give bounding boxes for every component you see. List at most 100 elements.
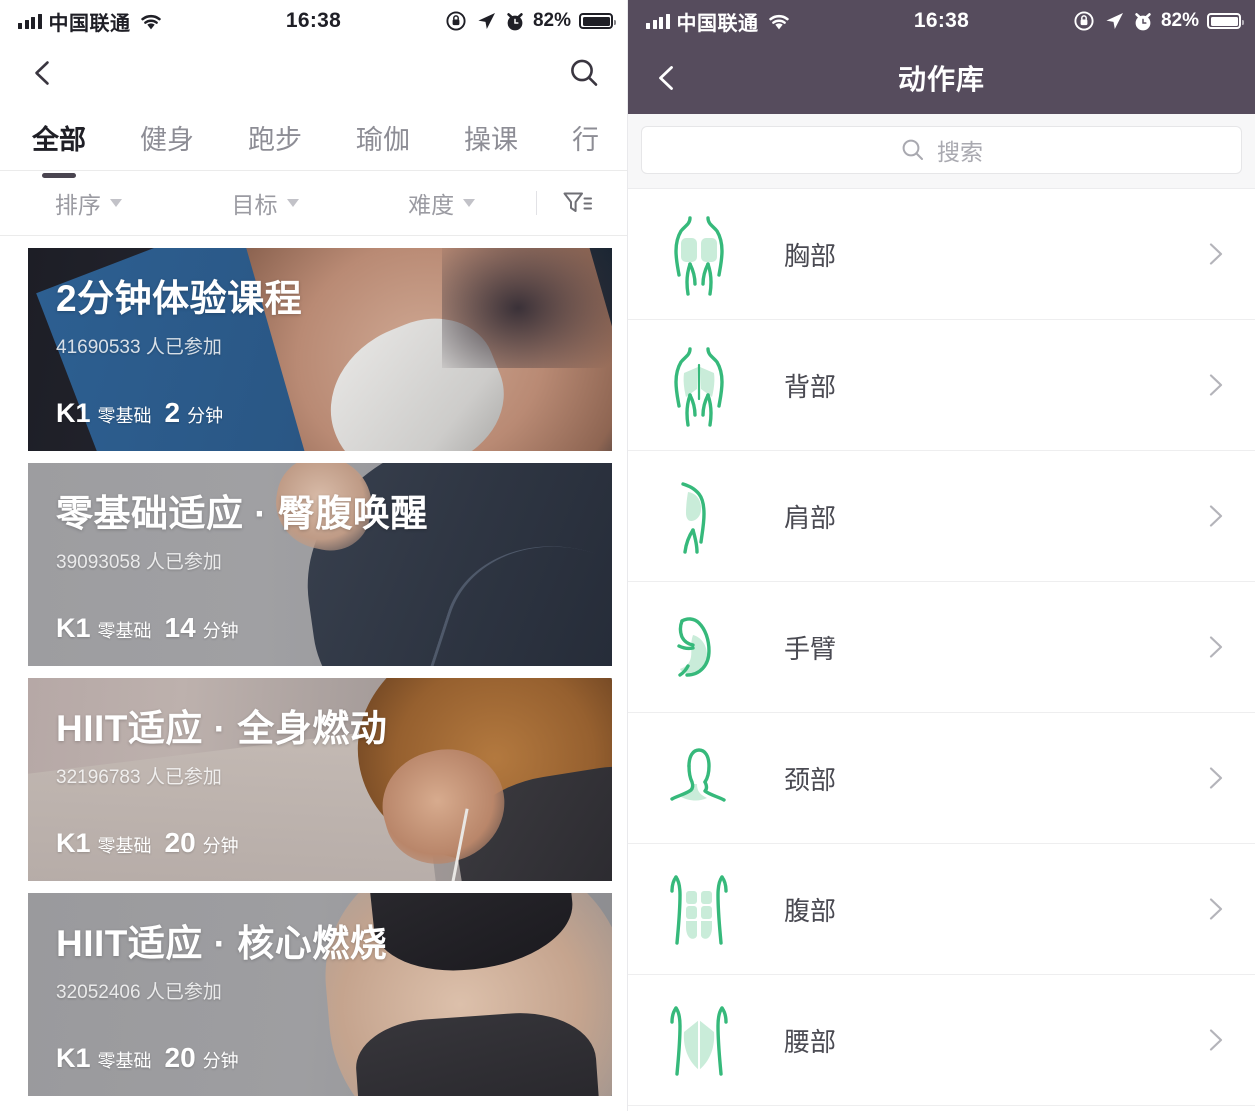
filter-label: 目标 — [231, 192, 278, 218]
chevron-down-icon — [463, 199, 476, 207]
page-title: 动作库 — [897, 64, 985, 95]
list-item-shoulder[interactable]: 肩部 — [628, 451, 1255, 582]
exercise-library-screen: 中国联通 16:38 82% 动作库 搜索 胸部 背部 肩部 手臂 颈部 腹部 … — [627, 0, 1255, 1111]
right-navbar: 动作库 — [628, 42, 1255, 114]
list-item-label: 腹部 — [784, 895, 837, 926]
status-bar-left: 中国联通 16:38 82% — [0, 0, 627, 42]
list-item-label: 腰部 — [784, 1026, 837, 1057]
course-level: K1 — [56, 828, 91, 858]
course-duration: 2 — [164, 397, 181, 428]
list-item-label: 肩部 — [784, 502, 837, 533]
chevron-right-icon — [1209, 505, 1223, 527]
chevron-right-icon — [1209, 243, 1223, 265]
chevron-down-icon — [109, 199, 122, 207]
course-title: HIIT适应 · 全身燃动 — [56, 708, 388, 749]
course-level-label: 零基础 — [97, 836, 152, 856]
chevron-left-icon — [35, 61, 49, 85]
tab-group-class[interactable]: 操课 — [464, 118, 518, 157]
neck-muscle-icon — [656, 736, 742, 820]
course-meta: K1 零基础 20 分钟 — [56, 1042, 239, 1074]
waist-muscle-icon — [656, 998, 742, 1082]
chevron-right-icon — [1209, 374, 1223, 396]
chevron-right-icon — [1209, 898, 1223, 920]
tab-walking-partial[interactable]: 行 — [572, 118, 599, 157]
tab-active-underline — [42, 172, 76, 178]
funnel-filter-icon — [563, 192, 593, 212]
course-card[interactable]: HIIT适应 · 核心燃烧 32052406 人已参加 K1 零基础 20 分钟 — [28, 893, 612, 1096]
filter-separator — [536, 191, 538, 215]
course-card-list[interactable]: 2分钟体验课程 41690533 人已参加 K1 零基础 2 分钟 零基础适应 … — [0, 236, 627, 1111]
course-list-screen: 中国联通 16:38 82% 全部 健身 跑步 瑜伽 操课 行 排序 目标 难度… — [0, 0, 627, 1111]
course-title: 2分钟体验课程 — [56, 278, 303, 319]
tab-fitness[interactable]: 健身 — [140, 118, 194, 157]
battery-icon — [1207, 13, 1244, 29]
course-meta: K1 零基础 14 分钟 — [56, 612, 239, 644]
search-bar-container: 搜索 — [628, 114, 1255, 189]
course-level: K1 — [56, 1043, 91, 1073]
chevron-right-icon — [1209, 767, 1223, 789]
course-level: K1 — [56, 613, 91, 643]
list-item-back[interactable]: 背部 — [628, 320, 1255, 451]
course-participants: 32052406 人已参加 — [56, 981, 222, 1003]
course-participants: 41690533 人已参加 — [56, 336, 222, 358]
filter-goal[interactable]: 目标 — [177, 186, 354, 220]
course-title: HIIT适应 · 核心燃烧 — [56, 923, 388, 964]
advanced-filter-button[interactable] — [555, 189, 599, 217]
course-level-label: 零基础 — [97, 1051, 152, 1071]
course-card[interactable]: HIIT适应 · 全身燃动 32196783 人已参加 K1 零基础 20 分钟 — [28, 678, 612, 881]
course-duration-unit: 分钟 — [202, 836, 239, 856]
tab-label: 全部 — [32, 124, 86, 155]
tab-label: 行 — [572, 124, 599, 155]
right-header: 中国联通 16:38 82% 动作库 — [628, 0, 1255, 114]
search-placeholder: 搜索 — [937, 139, 983, 165]
chevron-right-icon — [1209, 1029, 1223, 1051]
list-item-waist[interactable]: 腰部 — [628, 975, 1255, 1106]
status-bar-right: 中国联通 16:38 82% — [628, 0, 1255, 42]
course-duration-unit: 分钟 — [202, 1051, 239, 1071]
filter-sort[interactable]: 排序 — [0, 186, 177, 220]
search-icon — [571, 59, 598, 86]
arm-bicep-icon — [656, 605, 742, 689]
shoulder-muscle-icon — [656, 474, 742, 558]
filter-difficulty[interactable]: 难度 — [353, 186, 530, 220]
course-card[interactable]: 零基础适应 · 臀腹唤醒 39093058 人已参加 K1 零基础 14 分钟 — [28, 463, 612, 666]
course-duration: 14 — [164, 612, 196, 643]
clock: 16:38 — [285, 9, 342, 32]
chevron-right-icon — [1209, 636, 1223, 658]
search-button[interactable] — [567, 56, 601, 90]
course-participants: 32196783 人已参加 — [56, 766, 222, 788]
left-navbar — [0, 42, 627, 104]
body-part-list[interactable]: 胸部 背部 肩部 手臂 颈部 腹部 腰部 — [628, 189, 1255, 1111]
course-level-label: 零基础 — [97, 406, 152, 426]
list-item-arm[interactable]: 手臂 — [628, 582, 1255, 713]
course-duration: 20 — [164, 827, 196, 858]
list-item-label: 颈部 — [784, 764, 837, 795]
search-input[interactable]: 搜索 — [641, 126, 1242, 174]
list-item-chest[interactable]: 胸部 — [628, 189, 1255, 320]
course-card-text: HIIT适应 · 核心燃烧 32052406 人已参加 — [56, 923, 600, 1004]
back-button[interactable] — [28, 58, 58, 88]
dual-screen-comparison: 中国联通 16:38 82% 全部 健身 跑步 瑜伽 操课 行 排序 目标 难度… — [0, 0, 1255, 1111]
chest-muscle-icon — [656, 212, 742, 296]
abs-muscle-icon — [656, 867, 742, 951]
course-duration-unit: 分钟 — [202, 621, 239, 641]
tab-label: 跑步 — [248, 124, 302, 155]
course-level-label: 零基础 — [97, 621, 152, 641]
list-item-label: 胸部 — [784, 240, 837, 271]
chevron-down-icon — [286, 199, 299, 207]
tab-running[interactable]: 跑步 — [248, 118, 302, 157]
tab-yoga[interactable]: 瑜伽 — [356, 118, 410, 157]
category-tabs: 全部 健身 跑步 瑜伽 操课 行 — [0, 104, 627, 178]
course-card-text: HIIT适应 · 全身燃动 32196783 人已参加 — [56, 708, 600, 789]
list-item-abs[interactable]: 腹部 — [628, 844, 1255, 975]
battery-icon — [579, 13, 616, 29]
course-card[interactable]: 2分钟体验课程 41690533 人已参加 K1 零基础 2 分钟 — [28, 248, 612, 451]
tab-all[interactable]: 全部 — [32, 118, 86, 178]
tab-label: 健身 — [140, 124, 194, 155]
back-muscle-icon — [656, 343, 742, 427]
list-item-neck[interactable]: 颈部 — [628, 713, 1255, 844]
filter-label: 排序 — [54, 192, 101, 218]
tab-label: 瑜伽 — [356, 124, 410, 155]
clock: 16:38 — [913, 9, 970, 32]
course-meta: K1 零基础 20 分钟 — [56, 827, 239, 859]
